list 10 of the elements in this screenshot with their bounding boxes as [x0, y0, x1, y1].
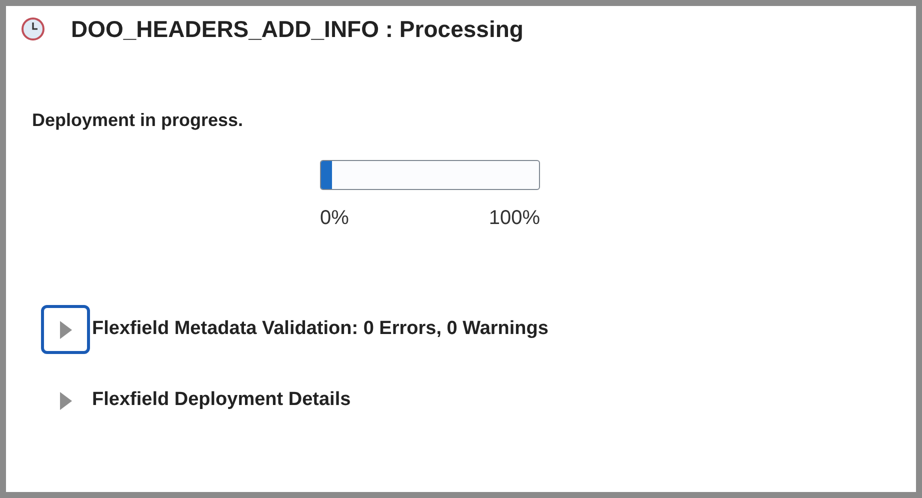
disclosure-toggle[interactable] — [41, 305, 90, 354]
triangle-right-icon — [58, 320, 72, 338]
triangle-right-icon — [58, 392, 72, 410]
section-title: Flexfield Metadata Validation: 0 Errors, 0 Warnings — [92, 317, 548, 342]
status-text: Deployment in progress. — [32, 109, 244, 132]
progress-min-label: 0% — [320, 206, 349, 231]
clock-icon — [21, 17, 45, 41]
window-title: DOO_HEADERS_ADD_INFO : Processing — [71, 14, 524, 44]
section-title: Flexfield Deployment Details — [92, 388, 351, 412]
progress-max-label: 100% — [488, 206, 540, 231]
